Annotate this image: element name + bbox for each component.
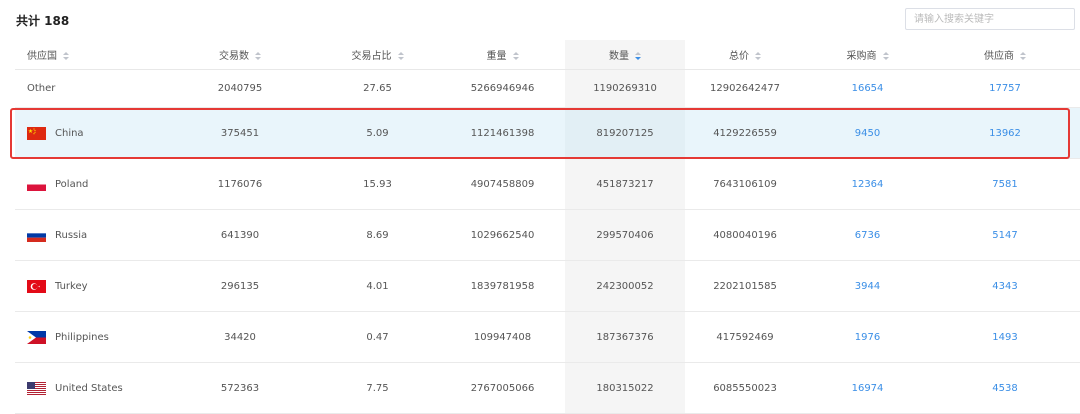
country-cell: Philippines bbox=[15, 311, 165, 363]
quantity-cell: 180315022 bbox=[565, 362, 685, 414]
country-cell: Turkey bbox=[15, 260, 165, 312]
table-row[interactable]: Philippines 34420 0.47 109947408 1873673… bbox=[15, 311, 1080, 363]
quantity-cell: 819207125 bbox=[565, 107, 685, 159]
russia-flag-icon bbox=[27, 228, 46, 242]
quantity-cell: 451873217 bbox=[565, 158, 685, 210]
column-header-share[interactable]: 交易占比 bbox=[315, 40, 440, 70]
quantity-cell: 1190269310 bbox=[565, 69, 685, 108]
table-row[interactable]: United States 572363 7.75 2767005066 180… bbox=[15, 362, 1080, 414]
country-cell: Poland bbox=[15, 158, 165, 210]
weight-cell: 4907458809 bbox=[440, 158, 565, 210]
share-cell: 0.47 bbox=[315, 311, 440, 363]
total-price-cell: 6085550023 bbox=[685, 362, 805, 414]
weight-cell: 1839781958 bbox=[440, 260, 565, 312]
transactions-cell: 34420 bbox=[165, 311, 315, 363]
suppliers-link[interactable]: 5147 bbox=[930, 209, 1080, 261]
usa-flag-icon bbox=[27, 381, 46, 395]
transactions-cell: 641390 bbox=[165, 209, 315, 261]
weight-cell: 1029662540 bbox=[440, 209, 565, 261]
country-name: Turkey bbox=[55, 280, 88, 292]
column-header-total-price[interactable]: 总价 bbox=[685, 40, 805, 70]
country-cell: China bbox=[15, 107, 165, 159]
sort-icon[interactable] bbox=[397, 52, 404, 60]
table-row[interactable]: Other 2040795 27.65 5266946946 119026931… bbox=[15, 69, 1080, 108]
sort-icon[interactable] bbox=[63, 52, 69, 60]
share-cell: 8.69 bbox=[315, 209, 440, 261]
share-cell: 4.01 bbox=[315, 260, 440, 312]
total-price-cell: 12902642477 bbox=[685, 69, 805, 108]
transactions-cell: 375451 bbox=[165, 107, 315, 159]
search-input[interactable] bbox=[905, 8, 1075, 30]
china-flag-icon bbox=[27, 126, 46, 140]
sort-icon[interactable] bbox=[882, 52, 889, 60]
buyers-link[interactable]: 3944 bbox=[805, 260, 930, 312]
transactions-cell: 572363 bbox=[165, 362, 315, 414]
share-cell: 5.09 bbox=[315, 107, 440, 159]
transactions-cell: 2040795 bbox=[165, 69, 315, 108]
suppliers-link[interactable]: 4538 bbox=[930, 362, 1080, 414]
transactions-cell: 1176076 bbox=[165, 158, 315, 210]
country-name: Russia bbox=[55, 229, 88, 241]
column-header-suppliers[interactable]: 供应商 bbox=[930, 40, 1080, 70]
country-name: Philippines bbox=[55, 331, 109, 343]
country-name: Poland bbox=[55, 178, 89, 190]
total-count: 共计 188 bbox=[16, 14, 70, 28]
country-cell: Other bbox=[15, 69, 165, 108]
column-header-transactions[interactable]: 交易数 bbox=[165, 40, 315, 70]
suppliers-link[interactable]: 1493 bbox=[930, 311, 1080, 363]
suppliers-link[interactable]: 17757 bbox=[930, 69, 1080, 108]
total-price-cell: 7643106109 bbox=[685, 158, 805, 210]
country-name: China bbox=[55, 127, 84, 139]
buyers-link[interactable]: 9450 bbox=[805, 107, 930, 159]
column-header-weight[interactable]: 重量 bbox=[440, 40, 565, 70]
sort-icon[interactable] bbox=[512, 52, 519, 60]
buyers-link[interactable]: 1976 bbox=[805, 311, 930, 363]
column-header-buyers[interactable]: 采购商 bbox=[805, 40, 930, 70]
supplier-country-table: 供应国 交易数 交易占比 重量 数量 总价 采购商 供应商 Other 2040… bbox=[15, 40, 1080, 414]
buyers-link[interactable]: 16654 bbox=[805, 69, 930, 108]
buyers-link[interactable]: 12364 bbox=[805, 158, 930, 210]
turkey-flag-icon bbox=[27, 279, 46, 293]
sort-icon[interactable] bbox=[755, 52, 761, 60]
quantity-cell: 187367376 bbox=[565, 311, 685, 363]
total-price-cell: 4080040196 bbox=[685, 209, 805, 261]
column-header-country[interactable]: 供应国 bbox=[15, 40, 165, 70]
buyers-link[interactable]: 16974 bbox=[805, 362, 930, 414]
country-name: United States bbox=[55, 382, 123, 394]
sort-icon[interactable] bbox=[255, 52, 261, 60]
weight-cell: 2767005066 bbox=[440, 362, 565, 414]
weight-cell: 1121461398 bbox=[440, 107, 565, 159]
total-price-cell: 417592469 bbox=[685, 311, 805, 363]
quantity-cell: 242300052 bbox=[565, 260, 685, 312]
table-row[interactable]: Poland 1176076 15.93 4907458809 45187321… bbox=[15, 158, 1080, 210]
poland-flag-icon bbox=[27, 177, 46, 191]
suppliers-link[interactable]: 4343 bbox=[930, 260, 1080, 312]
country-cell: United States bbox=[15, 362, 165, 414]
total-price-cell: 4129226559 bbox=[685, 107, 805, 159]
buyers-link[interactable]: 6736 bbox=[805, 209, 930, 261]
suppliers-link[interactable]: 7581 bbox=[930, 158, 1080, 210]
share-cell: 7.75 bbox=[315, 362, 440, 414]
column-header-quantity[interactable]: 数量 bbox=[565, 40, 685, 70]
table-row[interactable]: Russia 641390 8.69 1029662540 299570406 … bbox=[15, 209, 1080, 261]
quantity-cell: 299570406 bbox=[565, 209, 685, 261]
table-row[interactable]: Turkey 296135 4.01 1839781958 242300052 … bbox=[15, 260, 1080, 312]
philippines-flag-icon bbox=[27, 330, 46, 344]
transactions-cell: 296135 bbox=[165, 260, 315, 312]
country-cell: Russia bbox=[15, 209, 165, 261]
share-cell: 27.65 bbox=[315, 69, 440, 108]
total-price-cell: 2202101585 bbox=[685, 260, 805, 312]
table-header: 供应国 交易数 交易占比 重量 数量 总价 采购商 供应商 bbox=[15, 40, 1080, 70]
weight-cell: 109947408 bbox=[440, 311, 565, 363]
weight-cell: 5266946946 bbox=[440, 69, 565, 108]
suppliers-link[interactable]: 13962 bbox=[930, 107, 1080, 159]
share-cell: 15.93 bbox=[315, 158, 440, 210]
table-row[interactable]: China 375451 5.09 1121461398 819207125 4… bbox=[15, 107, 1080, 159]
sort-icon[interactable] bbox=[1020, 52, 1026, 60]
sort-desc-icon[interactable] bbox=[635, 52, 641, 60]
